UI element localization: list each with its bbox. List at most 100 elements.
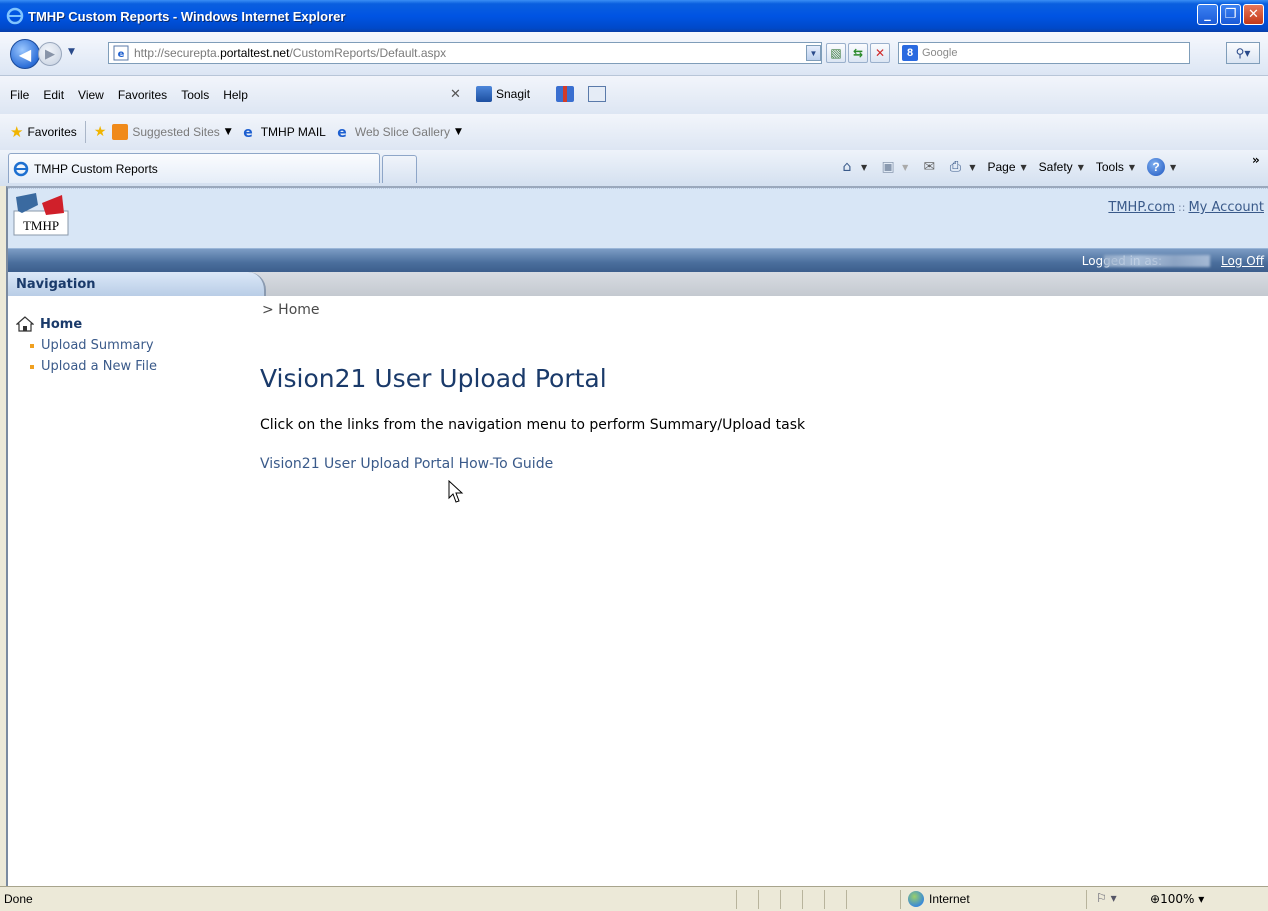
forward-arrow-icon: ▶: [45, 46, 55, 62]
log-off-link[interactable]: Log Off: [1221, 254, 1264, 268]
menu-tools[interactable]: Tools: [181, 88, 209, 102]
navigation-strip: Navigation: [8, 272, 1268, 296]
how-to-guide-link[interactable]: Vision21 User Upload Portal How-To Guide: [260, 456, 553, 472]
back-arrow-icon: ◀: [18, 44, 32, 64]
title-bar: TMHP Custom Reports - Windows Internet E…: [0, 0, 1268, 32]
tools-menu[interactable]: Tools: [1096, 160, 1124, 174]
intro-text: Click on the links from the navigation m…: [260, 417, 806, 433]
zoom-control[interactable]: ⊕100% ▾: [1150, 892, 1204, 906]
status-bar: Done Internet ⚐ ▾ ⊕100% ▾: [0, 886, 1268, 911]
tab-row: TMHP Custom Reports ⌂ ▼ ▣ ▼ ✉ ⎙ ▼ Page ▼ Saf…: [0, 150, 1268, 186]
ie-page-icon: e: [337, 125, 347, 140]
svg-text:e: e: [243, 125, 253, 140]
help-icon[interactable]: ?: [1147, 158, 1166, 176]
nav-item-upload-summary[interactable]: Upload Summary: [30, 338, 256, 353]
chevron-down-icon[interactable]: ▼: [1129, 163, 1135, 172]
address-input[interactable]: e http://securepta. portaltest.net/Custom…: [108, 42, 822, 64]
bullet-icon: [30, 364, 34, 369]
chevron-down-icon[interactable]: ▼: [455, 127, 462, 137]
chevron-down-icon[interactable]: ▼: [1170, 163, 1176, 172]
page-viewport: TMHP TMHP.com::My Account Logged in as: …: [6, 186, 1268, 886]
zone-label: Internet: [929, 892, 970, 906]
close-toolbar-icon[interactable]: ✕: [450, 87, 461, 102]
add-favorite-icon[interactable]: ★: [94, 124, 107, 140]
snagit-icon: [476, 86, 492, 102]
compatibility-view-icon[interactable]: ▧: [826, 43, 846, 63]
favorites-button[interactable]: Favorites: [27, 125, 76, 139]
protected-mode-icon[interactable]: ⚐ ▾: [1096, 891, 1117, 905]
menu-bar: File Edit View Favorites Tools Help ✕ Sn…: [0, 76, 1268, 114]
print-icon[interactable]: ⎙: [946, 159, 964, 175]
nav-item-upload-new-file[interactable]: Upload a New File: [30, 359, 256, 374]
menu-file[interactable]: File: [10, 88, 29, 102]
chevron-down-icon: ▾: [1198, 892, 1205, 906]
user-bar: Logged in as: Log Off: [8, 248, 1268, 272]
search-icon: ⚲▾: [1235, 46, 1251, 60]
security-zone[interactable]: Internet: [908, 891, 970, 907]
status-divider: [780, 890, 781, 909]
search-button[interactable]: ⚲▾: [1226, 42, 1260, 64]
svg-text:e: e: [118, 49, 125, 60]
search-placeholder: Google: [922, 47, 958, 59]
safety-menu[interactable]: Safety: [1039, 160, 1073, 174]
tmhp-link[interactable]: TMHP.com: [1108, 200, 1175, 215]
chevron-down-icon[interactable]: ▼: [1021, 163, 1027, 172]
chevron-down-icon[interactable]: ▼: [969, 163, 975, 172]
home-icon[interactable]: ⌂: [838, 159, 856, 175]
google-icon: 8: [902, 45, 918, 61]
status-divider: [846, 890, 847, 909]
chevron-down-icon[interactable]: ▼: [902, 163, 908, 172]
new-tab-button[interactable]: [382, 155, 417, 183]
menu-edit[interactable]: Edit: [43, 88, 64, 102]
mail-icon[interactable]: ✉: [920, 159, 938, 175]
address-dropdown-icon[interactable]: ▼: [806, 45, 821, 61]
svg-text:e: e: [337, 125, 347, 140]
minimize-button[interactable]: _: [1197, 4, 1218, 25]
mouse-cursor-icon: [448, 480, 464, 503]
menu-favorites[interactable]: Favorites: [118, 88, 167, 102]
feeds-icon[interactable]: ▣: [879, 159, 897, 175]
address-row: ◀ ▶ ▼ e http://securepta. portaltest.net /…: [0, 32, 1268, 76]
tab-tmhp-custom-reports[interactable]: TMHP Custom Reports: [8, 153, 380, 183]
snagit-label: Snagit: [496, 87, 531, 101]
close-window-button[interactable]: ✕: [1243, 4, 1264, 25]
nav-upload-new-file-label: Upload a New File: [41, 359, 158, 374]
status-text: Done: [4, 892, 33, 906]
back-button[interactable]: ◀: [10, 39, 40, 69]
chevron-down-icon[interactable]: ▼: [861, 163, 867, 172]
favorite-tmhp-mail[interactable]: TMHP MAIL: [261, 125, 326, 139]
chevron-down-icon[interactable]: ▼: [1078, 163, 1084, 172]
url-path: /CustomReports/Default.aspx: [289, 46, 447, 60]
url-domain: portaltest.net: [220, 46, 290, 60]
favorites-star-icon[interactable]: ★: [10, 123, 23, 141]
nav-home-label: Home: [40, 316, 83, 332]
snagit-capture-icon[interactable]: [556, 86, 574, 102]
chevron-down-icon[interactable]: ▼: [225, 127, 232, 137]
favorite-web-slice-gallery[interactable]: Web Slice Gallery: [355, 125, 450, 139]
top-links: TMHP.com:: My Account: [1108, 200, 1264, 215]
bullet-icon: [30, 343, 34, 348]
search-input[interactable]: 8 Google: [898, 42, 1190, 64]
more-commands-icon[interactable]: »: [1252, 153, 1260, 167]
nav-item-home[interactable]: Home: [16, 316, 256, 332]
snagit-button[interactable]: Snagit: [476, 86, 530, 102]
url-prefix: http://securepta.: [134, 46, 221, 60]
logo-text: TMHP: [23, 218, 59, 233]
snagit-editor-icon[interactable]: [588, 86, 606, 102]
menu-help[interactable]: Help: [223, 88, 248, 102]
command-bar: ⌂ ▼ ▣ ▼ ✉ ⎙ ▼ Page ▼ Safety ▼ Tools ▼ ? ▼: [838, 158, 1186, 176]
refresh-icon[interactable]: ⇆: [848, 43, 868, 63]
nav-upload-summary-label: Upload Summary: [41, 338, 154, 353]
restore-button[interactable]: ❐: [1220, 4, 1241, 25]
stop-icon[interactable]: ✕: [870, 43, 890, 63]
favorite-suggested-sites[interactable]: Suggested Sites: [132, 125, 219, 139]
tmhp-logo[interactable]: TMHP: [12, 191, 72, 247]
recent-pages-dropdown-icon[interactable]: ▼: [68, 47, 75, 57]
ie-logo-icon: [6, 7, 24, 25]
masked-username: [1104, 255, 1210, 267]
status-divider: [802, 890, 803, 909]
page-menu[interactable]: Page: [987, 160, 1015, 174]
menu-view[interactable]: View: [78, 88, 104, 102]
forward-button[interactable]: ▶: [38, 42, 62, 66]
my-account-link[interactable]: My Account: [1188, 200, 1264, 215]
